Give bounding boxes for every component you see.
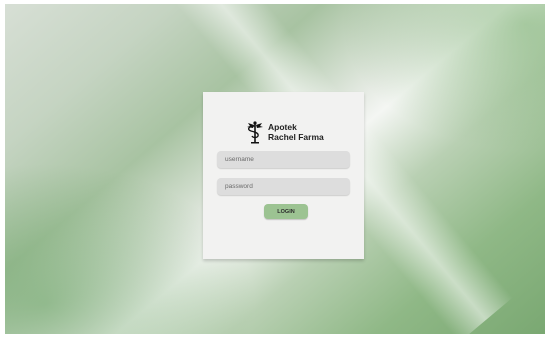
caduceus-pharmacy-icon [247,121,263,144]
password-input[interactable] [217,178,350,195]
login-button[interactable]: LOGIN [264,204,308,219]
background-frame: Apotek Rachel Farma LOGIN [5,4,545,334]
brand-header: Apotek Rachel Farma [245,120,324,144]
brand-name-line1: Apotek [268,122,297,132]
brand-name-line2: Rachel Farma [268,132,324,142]
login-card: Apotek Rachel Farma LOGIN [203,92,364,259]
username-input[interactable] [217,151,350,168]
